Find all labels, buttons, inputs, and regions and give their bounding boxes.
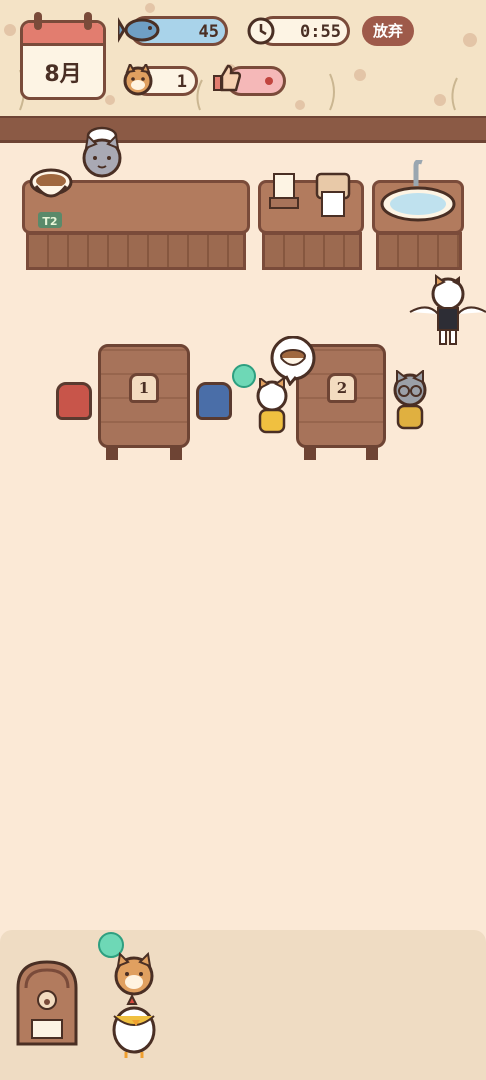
table-leg bbox=[366, 446, 378, 460]
sink-icon bbox=[380, 160, 456, 222]
customer-cat-glasses[interactable] bbox=[388, 370, 432, 434]
table-leg bbox=[170, 446, 182, 460]
chair-red bbox=[56, 382, 92, 420]
sink-counter-front bbox=[376, 232, 462, 270]
give-up-button[interactable]: 放弃 bbox=[362, 16, 414, 46]
table-number-2: 2 bbox=[327, 373, 357, 403]
ready-noodle-bowl-icon[interactable] bbox=[28, 166, 74, 206]
order-tag: T2 bbox=[38, 212, 62, 228]
table-1[interactable]: 1 bbox=[98, 344, 190, 448]
kitchen-counter-front bbox=[26, 232, 246, 270]
dog-face-icon bbox=[123, 64, 153, 96]
order-station-front bbox=[262, 232, 362, 270]
like-meter-dot bbox=[265, 77, 273, 85]
wall-trim bbox=[0, 116, 486, 143]
order-tag-label: T2 bbox=[42, 215, 58, 228]
fish-icon bbox=[118, 17, 160, 43]
thumbs-up-icon bbox=[213, 64, 242, 92]
table-leg bbox=[304, 446, 316, 460]
reservation-mailbox-icon[interactable] bbox=[14, 958, 80, 1048]
timer-value: 0:55 bbox=[300, 22, 341, 42]
month-label: 8月 bbox=[44, 62, 82, 87]
table-number-1: 1 bbox=[129, 373, 159, 403]
clock-icon bbox=[247, 17, 275, 45]
ticket-printer-icon bbox=[315, 172, 351, 217]
chair-blue bbox=[196, 382, 232, 420]
chef-cat bbox=[82, 126, 122, 178]
customer-cat-yellow[interactable] bbox=[252, 378, 292, 438]
waiting-customer-chicken[interactable] bbox=[104, 990, 164, 1060]
calendar-month-badge: 8月 bbox=[20, 20, 106, 100]
customer-count: 1 bbox=[176, 72, 187, 92]
give-up-label: 放弃 bbox=[372, 22, 403, 40]
order-bubble-noodle-icon bbox=[270, 336, 316, 386]
table-leg bbox=[106, 446, 118, 460]
calendar-ring-icon bbox=[84, 12, 92, 30]
calendar-ring-icon bbox=[34, 12, 42, 30]
receipt-holder-icon bbox=[269, 173, 299, 209]
waiter-cat bbox=[409, 274, 486, 345]
fish-count: 45 bbox=[198, 22, 219, 42]
